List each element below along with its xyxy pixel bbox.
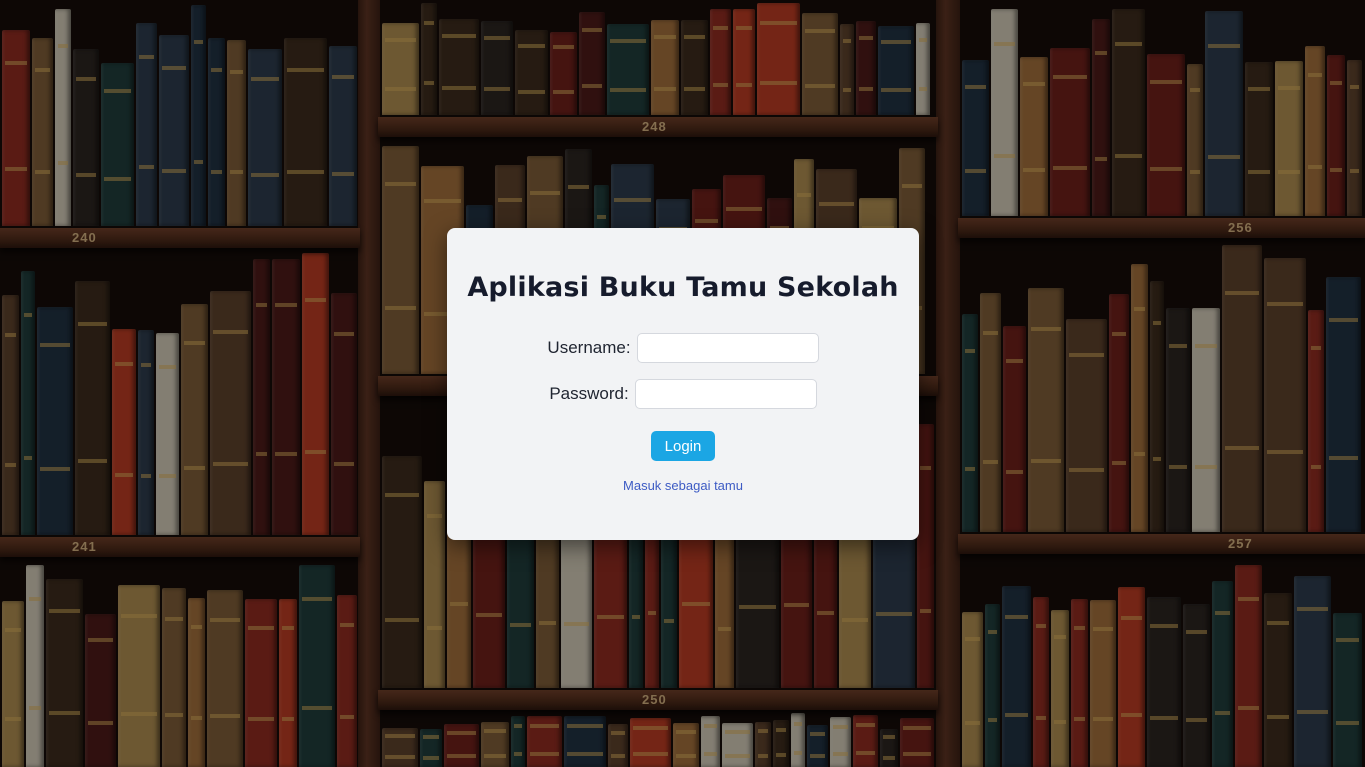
- password-row: Password:: [447, 379, 919, 409]
- password-input[interactable]: [634, 379, 817, 409]
- page-title: Aplikasi Buku Tamu Sekolah: [467, 272, 899, 303]
- login-button[interactable]: Login: [651, 431, 715, 461]
- login-card: Aplikasi Buku Tamu Sekolah Username: Pas…: [447, 228, 919, 540]
- username-label: Username:: [547, 338, 631, 357]
- password-label: Password:: [549, 384, 629, 403]
- guest-login-link[interactable]: Masuk sebagai tamu: [447, 478, 919, 493]
- username-input[interactable]: [636, 333, 819, 363]
- username-row: Username:: [447, 333, 919, 363]
